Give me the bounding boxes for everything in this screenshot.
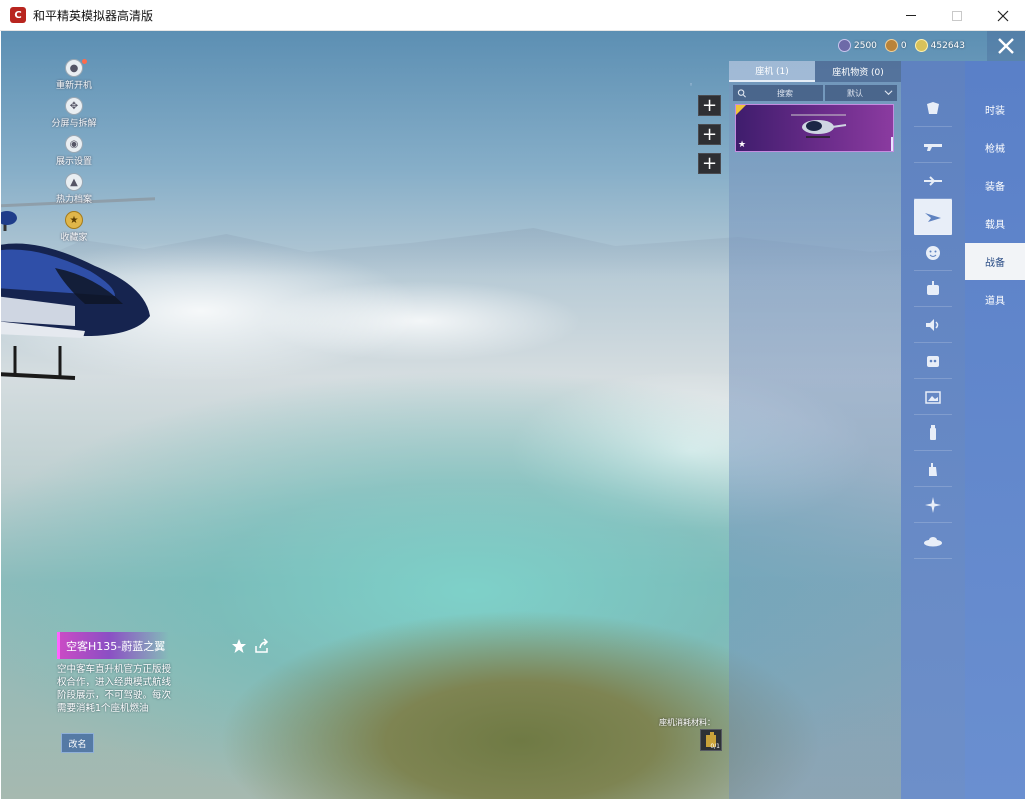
category-icon-ufo[interactable] xyxy=(914,523,952,559)
left-menu: ● 重新开机 ✥ 分屏与拆解 ◉ 展示设置 ▲ 热力档案 ★ 收藏家 xyxy=(49,59,99,249)
add-button-2[interactable]: + xyxy=(698,124,721,145)
speaker-icon xyxy=(926,318,939,331)
inventory-item-helicopter[interactable]: ★ xyxy=(735,104,894,152)
left-menu-item-reboot[interactable]: ● 重新开机 xyxy=(49,59,99,91)
currency-gold: 452643 xyxy=(914,39,965,52)
item-bar xyxy=(891,137,893,151)
window-close-button[interactable] xyxy=(980,0,1026,31)
currency-bar: 2500 0 452643 xyxy=(838,39,965,52)
hint-dot: ◦ xyxy=(689,81,694,89)
smile-icon xyxy=(926,245,940,260)
category-icon-gun[interactable] xyxy=(914,127,952,163)
add-button-1[interactable]: + xyxy=(698,95,721,116)
category-equipment[interactable]: 装备 xyxy=(965,167,1025,204)
category-label-column: 时装 枪械 装备 载具 战备 道具 xyxy=(965,61,1025,799)
game-viewport: ● 重新开机 ✥ 分屏与拆解 ◉ 展示设置 ▲ 热力档案 ★ 收藏家 ◦ + +… xyxy=(1,31,1025,799)
maximize-icon xyxy=(952,10,962,21)
hand-icon xyxy=(929,462,937,476)
left-menu-item-heat[interactable]: ▲ 热力档案 xyxy=(49,173,99,205)
share-icon xyxy=(254,637,268,653)
sort-dropdown[interactable]: 默认 xyxy=(825,85,897,101)
left-menu-item-collector[interactable]: ★ 收藏家 xyxy=(49,211,99,243)
window-titlebar: C 和平精英模拟器高清版 xyxy=(0,0,1026,31)
category-icon-bottle[interactable] xyxy=(914,415,952,451)
tab-vehicle[interactable]: 座机 (1) xyxy=(729,61,815,82)
fuel-item-slot[interactable]: 0/1 xyxy=(700,729,722,751)
category-gun[interactable]: 枪械 xyxy=(965,129,1025,166)
category-icon-speaker[interactable] xyxy=(914,307,952,343)
coupon-icon xyxy=(838,39,851,52)
rarity-corner xyxy=(736,105,746,115)
eye-icon: ◉ xyxy=(65,135,83,153)
search-input[interactable]: 搜索 xyxy=(733,85,823,101)
category-battle-prep[interactable]: 战备 xyxy=(965,243,1025,280)
cost-label: 座机消耗材料： xyxy=(659,718,715,727)
fire-icon: ▲ xyxy=(65,173,83,191)
minimize-button[interactable] xyxy=(888,0,934,31)
toy-icon xyxy=(927,355,939,367)
left-menu-item-display[interactable]: ◉ 展示设置 xyxy=(49,135,99,167)
category-icon-jet[interactable] xyxy=(914,199,952,235)
category-icon-sparkle[interactable] xyxy=(914,487,952,523)
tab-vehicle-supplies[interactable]: 座机物资 (0) xyxy=(815,61,901,82)
category-props[interactable]: 道具 xyxy=(965,281,1025,318)
window-title: 和平精英模拟器高清版 xyxy=(33,8,154,23)
medal-icon: ★ xyxy=(65,211,83,229)
inventory-search-row: 搜索 默认 xyxy=(729,85,901,101)
category-icon-column xyxy=(901,61,965,799)
jet-icon xyxy=(925,212,941,222)
left-menu-item-split[interactable]: ✥ 分屏与拆解 xyxy=(49,97,99,129)
share-button[interactable] xyxy=(253,637,270,654)
minimize-icon xyxy=(906,15,916,16)
rename-button[interactable]: 改名 xyxy=(61,733,94,753)
split-icon: ✥ xyxy=(65,97,83,115)
category-icon-toy[interactable] xyxy=(914,343,952,379)
close-icon xyxy=(998,38,1014,54)
plane-icon xyxy=(924,175,942,186)
category-icon-smile[interactable] xyxy=(914,235,952,271)
robot-icon xyxy=(927,280,939,295)
avatar-icon: ● xyxy=(65,59,83,77)
favorite-button[interactable] xyxy=(230,637,247,654)
star-icon: ★ xyxy=(738,140,747,150)
helicopter-thumbnail-icon xyxy=(791,114,847,138)
close-icon xyxy=(997,10,1009,21)
star-icon xyxy=(231,638,246,653)
gold-coin-icon xyxy=(914,39,928,52)
add-button-3[interactable]: + xyxy=(698,153,721,174)
item-actions xyxy=(230,637,270,654)
category-outfit[interactable]: 时装 xyxy=(965,91,1025,128)
category-icon-robot[interactable] xyxy=(914,271,952,307)
category-vehicle[interactable]: 载具 xyxy=(965,205,1025,242)
app-icon: C xyxy=(10,7,26,23)
currency-coupon: 2500 xyxy=(838,39,877,52)
search-icon xyxy=(737,88,746,97)
maximize-button[interactable] xyxy=(934,0,980,31)
item-description: 空中客车直升机官方正版授权合作，进入经典模式航线阶段展示，不可驾驶。每次需要消耗… xyxy=(57,664,172,714)
category-icon-outfit[interactable] xyxy=(914,91,952,127)
gun-icon xyxy=(924,143,942,151)
chevron-down-icon xyxy=(884,90,893,96)
game-close-button[interactable] xyxy=(987,31,1025,61)
category-icon-gallery[interactable] xyxy=(914,379,952,415)
ufo-icon xyxy=(924,536,942,546)
gallery-icon xyxy=(925,390,941,404)
outfit-icon xyxy=(927,101,939,114)
bottle-icon xyxy=(930,424,936,440)
category-icon-plane[interactable] xyxy=(914,163,952,199)
notification-dot xyxy=(82,59,87,64)
currency-bronze: 0 xyxy=(884,39,907,52)
inventory-panel: 座机 (1) 座机物资 (0) 搜索 默认 ★ xyxy=(729,61,901,799)
category-icon-hand[interactable] xyxy=(914,451,952,487)
sparkle-icon xyxy=(925,496,941,513)
item-name-tag: 空客H135-蔚蓝之翼 xyxy=(57,632,169,659)
inventory-tabs: 座机 (1) 座机物资 (0) xyxy=(729,61,901,82)
bronze-coin-icon xyxy=(884,39,898,52)
